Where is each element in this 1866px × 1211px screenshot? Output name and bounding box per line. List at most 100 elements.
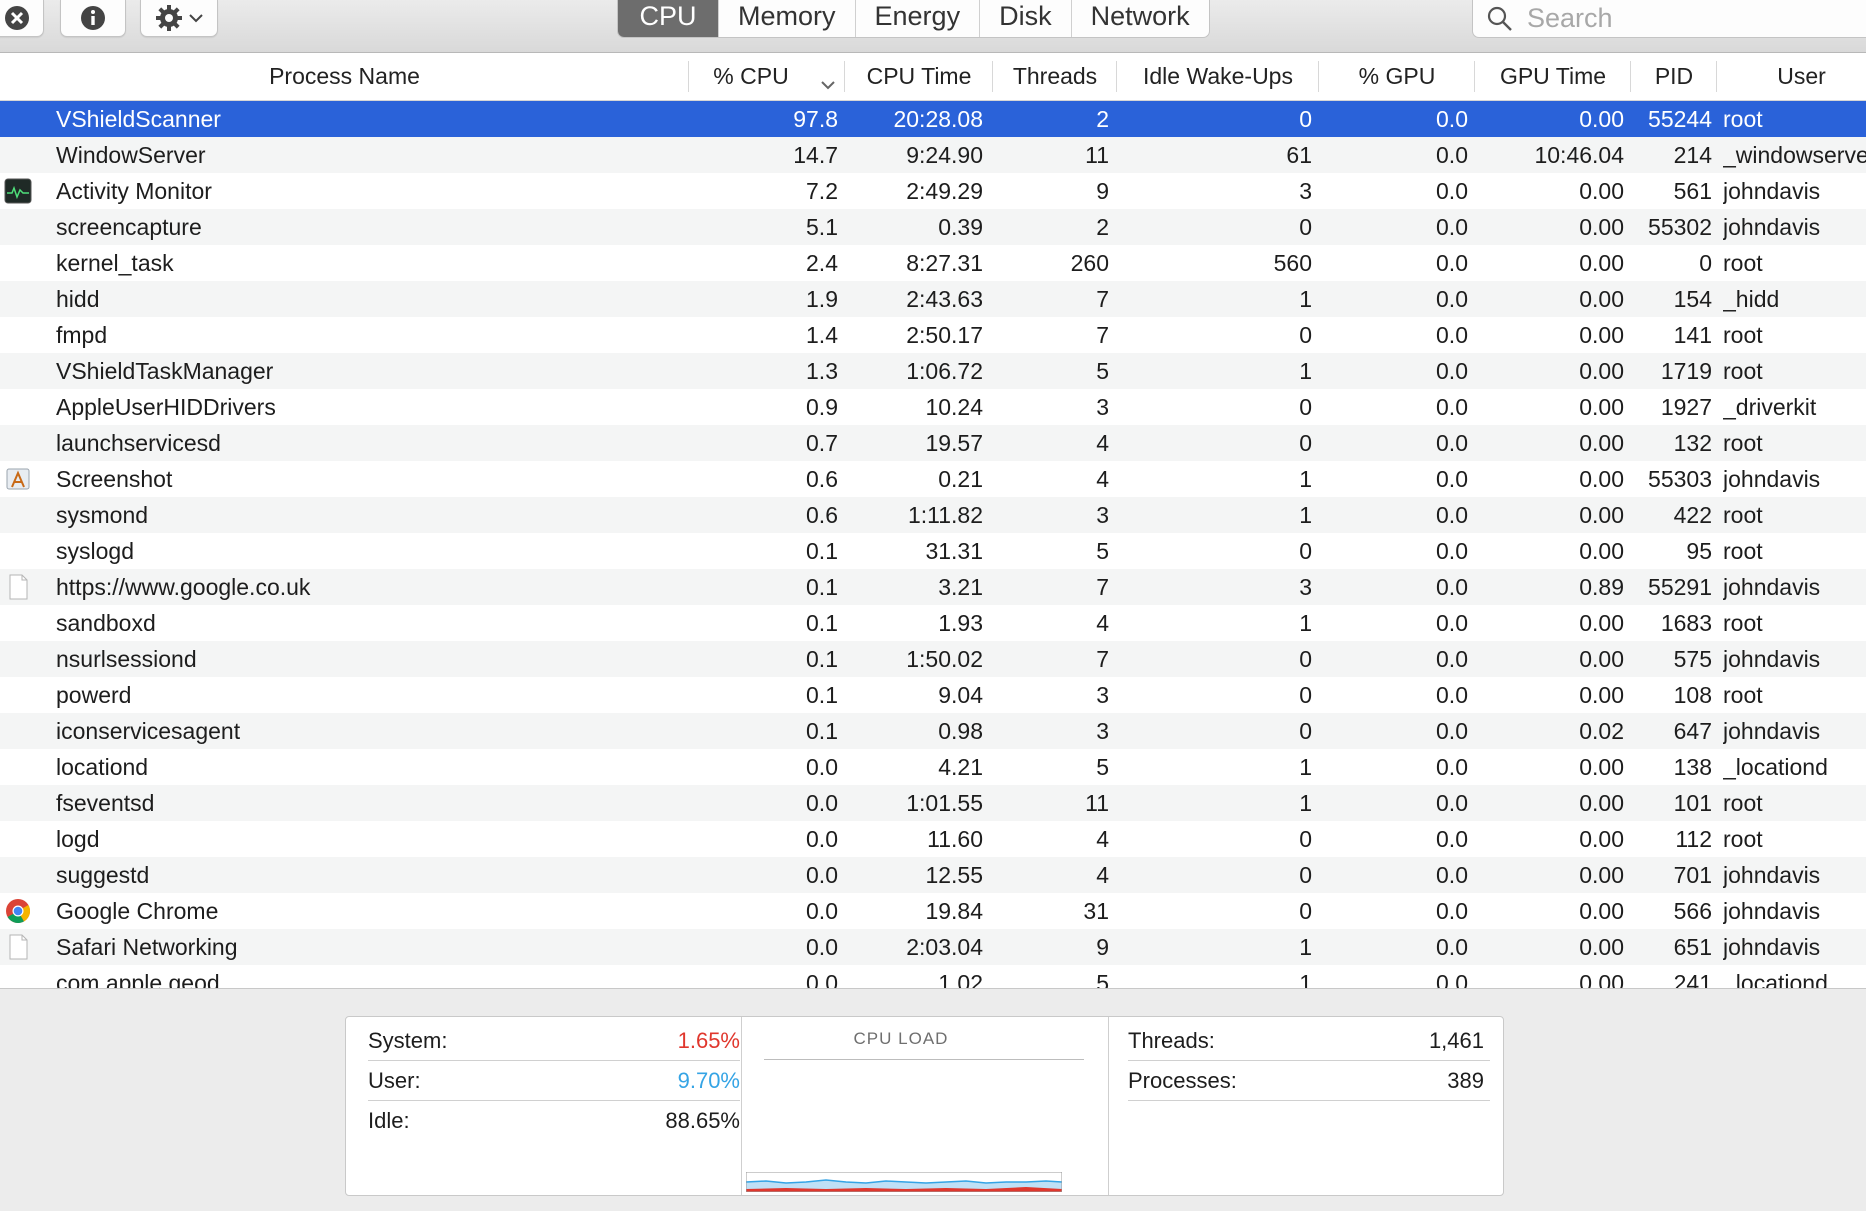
tab-cpu[interactable]: CPU <box>618 0 718 37</box>
cell-name: syslogd <box>56 538 134 564</box>
column-header-gpu[interactable]: % GPU <box>1319 53 1475 100</box>
processes-stat: Processes: 389 <box>1128 1062 1490 1101</box>
tab-network[interactable]: Network <box>1070 0 1209 37</box>
cell-name: Activity Monitor <box>56 178 212 204</box>
table-row[interactable]: suggestd 0.0 12.55 4 0 0.0 0.00 701 johndavis <box>0 857 1866 893</box>
cell-threads: 4 <box>1096 610 1109 636</box>
cell-pid: 1719 <box>1660 358 1712 384</box>
cell-cpu: 0.1 <box>806 610 838 636</box>
table-row[interactable]: WindowServer 14.7 9:24.90 11 61 0.0 10:46.04 21… <box>0 137 1866 173</box>
cell-idle: 0 <box>1299 322 1312 348</box>
table-row[interactable]: syslogd 0.1 31.31 5 0 0.0 0.00 95 root <box>0 533 1866 569</box>
cell-pid: 138 <box>1673 754 1712 780</box>
cell-user: johndavis <box>1723 718 1821 744</box>
table-row[interactable]: Safari Networking 0.0 2:03.04 9 1 0.0 0.00 651 j… <box>0 929 1866 965</box>
cell-idle: 0 <box>1299 214 1312 240</box>
table-row[interactable]: nsurlsessiond 0.1 1:50.02 7 0 0.0 0.00 575 johnd… <box>0 641 1866 677</box>
table-row[interactable]: Activity Monitor 7.2 2:49.29 9 3 0.0 0.00 561 jo… <box>0 173 1866 209</box>
tab-memory[interactable]: Memory <box>718 0 855 37</box>
cell-idle: 1 <box>1299 754 1312 780</box>
table-row[interactable]: kernel_task 2.4 8:27.31 260 560 0.0 0.00 0 root <box>0 245 1866 281</box>
table-row[interactable]: locationd 0.0 4.21 5 1 0.0 0.00 138 _locationd <box>0 749 1866 785</box>
screenshot-app-icon <box>4 465 32 493</box>
cell-cpu: 0.1 <box>806 574 838 600</box>
table-row[interactable]: Screenshot 0.6 0.21 4 1 0.0 0.00 55303 johndavis <box>0 461 1866 497</box>
cell-pid: 566 <box>1673 898 1712 924</box>
close-icon <box>2 3 32 33</box>
cell-pid: 241 <box>1673 970 1712 988</box>
cell-gpu-time: 0.00 <box>1579 250 1624 276</box>
table-row[interactable]: launchservicesd 0.7 19.57 4 0 0.0 0.00 132 root <box>0 425 1866 461</box>
cell-cpu: 0.1 <box>806 538 838 564</box>
cell-gpu: 0.0 <box>1436 646 1468 672</box>
cell-name: sysmond <box>56 502 149 528</box>
cell-pid: 647 <box>1673 718 1712 744</box>
cell-cpu: 0.0 <box>806 934 838 960</box>
table-row[interactable]: fseventsd 0.0 1:01.55 11 1 0.0 0.00 101 root <box>0 785 1866 821</box>
cell-name: AppleUserHIDDrivers <box>56 394 276 420</box>
cell-cpu: 1.3 <box>806 358 838 384</box>
cell-name: https://www.google.co.uk <box>56 574 311 600</box>
cell-user: root <box>1723 250 1763 276</box>
cell-pid: 651 <box>1673 934 1712 960</box>
cell-threads: 4 <box>1096 466 1109 492</box>
cpu-summary-box: System: 1.65% User: 9.70% Idle: 88.65% C… <box>345 1016 1504 1196</box>
table-row[interactable]: https://www.google.co.uk 0.1 3.21 7 3 0.0 0.89… <box>0 569 1866 605</box>
cell-pid: 214 <box>1673 142 1712 168</box>
cell-idle: 1 <box>1299 970 1312 988</box>
search-input[interactable] <box>1525 2 1849 34</box>
cell-name: WindowServer <box>56 142 206 168</box>
action-menu-button[interactable] <box>140 0 218 37</box>
inspect-process-button[interactable] <box>60 0 126 37</box>
quit-process-button[interactable] <box>0 0 44 37</box>
chrome-icon <box>4 897 32 925</box>
cell-gpu: 0.0 <box>1436 250 1468 276</box>
column-header-process-name[interactable]: Process Name <box>0 53 689 100</box>
table-row[interactable]: VShieldTaskManager 1.3 1:06.72 5 1 0.0 0.00 171… <box>0 353 1866 389</box>
table-row[interactable]: powerd 0.1 9.04 3 0 0.0 0.00 108 root <box>0 677 1866 713</box>
cell-idle: 3 <box>1299 574 1312 600</box>
tab-disk[interactable]: Disk <box>979 0 1071 37</box>
column-header-gpu-time[interactable]: GPU Time <box>1475 53 1631 100</box>
column-header-user[interactable]: User <box>1717 53 1866 100</box>
cell-idle: 1 <box>1299 790 1312 816</box>
column-header-pid[interactable]: PID <box>1631 53 1717 100</box>
search-field[interactable] <box>1472 0 1866 38</box>
system-stat: System: 1.65% <box>368 1022 740 1061</box>
cell-user: root <box>1723 538 1763 564</box>
table-row[interactable]: VShieldScanner 97.8 20:28.08 2 0 0.0 0.00 55244… <box>0 101 1866 137</box>
cell-name: nsurlsessiond <box>56 646 197 672</box>
cell-cpu-time: 0.98 <box>938 718 983 744</box>
column-header-idle-wake-ups[interactable]: Idle Wake-Ups <box>1117 53 1319 100</box>
table-row[interactable]: com.apple.geod 0.0 1.02 5 1 0.0 0.00 241 _locati… <box>0 965 1866 988</box>
cell-idle: 0 <box>1299 898 1312 924</box>
tab-energy[interactable]: Energy <box>854 0 980 37</box>
table-row[interactable]: screencapture 5.1 0.39 2 0 0.0 0.00 55302 johnda… <box>0 209 1866 245</box>
cell-idle: 3 <box>1299 178 1312 204</box>
cell-gpu: 0.0 <box>1436 826 1468 852</box>
table-row[interactable]: hidd 1.9 2:43.63 7 1 0.0 0.00 154 _hidd <box>0 281 1866 317</box>
tab-bar: CPU Memory Energy Disk Network <box>617 0 1210 38</box>
cell-gpu-time: 0.00 <box>1579 358 1624 384</box>
cell-gpu-time: 0.00 <box>1579 682 1624 708</box>
cell-pid: 701 <box>1673 862 1712 888</box>
table-row[interactable]: logd 0.0 11.60 4 0 0.0 0.00 112 root <box>0 821 1866 857</box>
column-header-threads[interactable]: Threads <box>993 53 1117 100</box>
cell-name: launchservicesd <box>56 430 221 456</box>
cell-threads: 3 <box>1096 502 1109 528</box>
table-row[interactable]: sysmond 0.6 1:11.82 3 1 0.0 0.00 422 root <box>0 497 1866 533</box>
user-stat: User: 9.70% <box>368 1062 740 1101</box>
table-row[interactable]: Google Chrome 0.0 19.84 31 0 0.0 0.00 566 johnda… <box>0 893 1866 929</box>
cell-cpu: 0.0 <box>806 790 838 816</box>
column-header-cpu-time[interactable]: CPU Time <box>845 53 993 100</box>
cell-cpu: 1.9 <box>806 286 838 312</box>
cell-threads: 9 <box>1096 178 1109 204</box>
cell-idle: 0 <box>1299 718 1312 744</box>
cell-gpu: 0.0 <box>1436 970 1468 988</box>
table-row[interactable]: iconservicesagent 0.1 0.98 3 0 0.0 0.02 647 john… <box>0 713 1866 749</box>
table-row[interactable]: sandboxd 0.1 1.93 4 1 0.0 0.00 1683 root <box>0 605 1866 641</box>
cell-gpu-time: 0.00 <box>1579 538 1624 564</box>
table-row[interactable]: fmpd 1.4 2:50.17 7 0 0.0 0.00 141 root <box>0 317 1866 353</box>
table-row[interactable]: AppleUserHIDDrivers 0.9 10.24 3 0 0.0 0.00 1927… <box>0 389 1866 425</box>
column-header-cpu[interactable]: % CPU <box>689 53 845 100</box>
